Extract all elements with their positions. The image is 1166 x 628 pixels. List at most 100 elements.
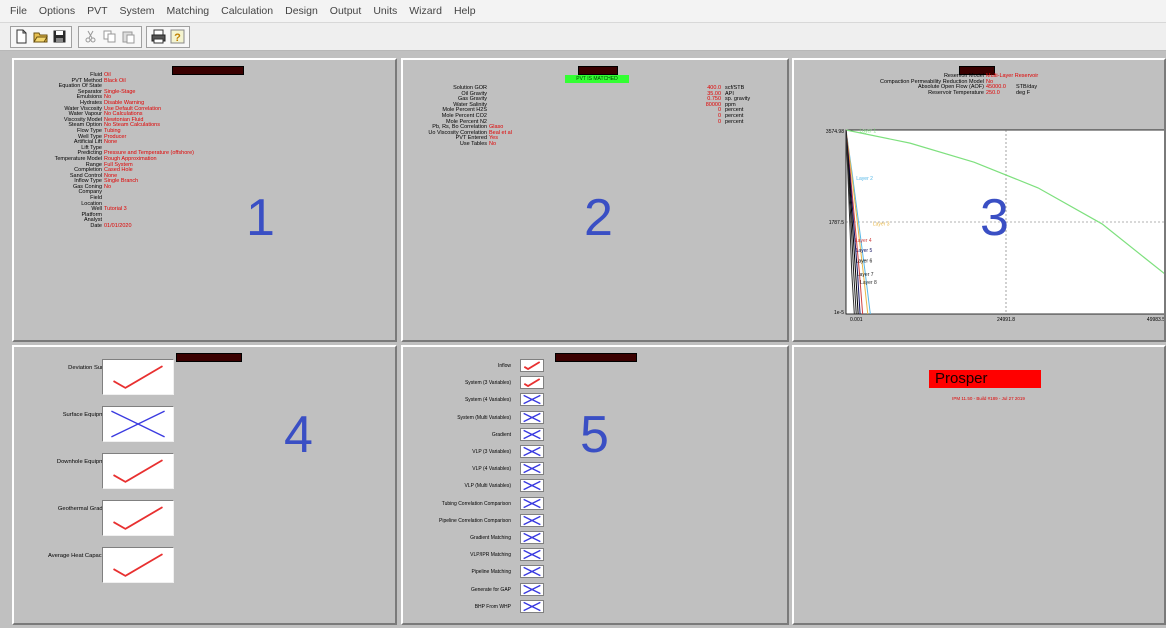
series-label-3: Layer 3: [873, 221, 890, 227]
check-icon[interactable]: [102, 453, 174, 489]
cross-icon[interactable]: [520, 445, 544, 458]
p2-numeric-column: 400.0 35.00 0.750 80000 0 0 0: [685, 85, 721, 148]
check-icon[interactable]: [102, 547, 174, 583]
cross-icon[interactable]: [520, 565, 544, 579]
y-tick-label: 1787.5: [829, 220, 845, 226]
p5-row: Gradient Matching: [403, 531, 787, 546]
p5-row-label: System (3 Variables): [464, 380, 511, 387]
p3-info-units: STB/day deg F: [1016, 74, 1076, 96]
panel-calculation-summary[interactable]: Inflow System (3 Variables) System (4 Vari…: [401, 345, 789, 625]
toolbar-file-group: [10, 26, 72, 48]
p1-label-column: Fluid PVT Method Equation Of State Separato…: [14, 72, 102, 230]
cross-icon[interactable]: [520, 479, 544, 493]
panel-number: 4: [284, 406, 313, 464]
menu-matching[interactable]: Matching: [161, 0, 216, 17]
check-icon[interactable]: [102, 359, 174, 395]
panel-equipment-summary[interactable]: Deviation Survey Surface Equipment Downhol…: [12, 345, 397, 625]
panel-number: 3: [980, 189, 1009, 247]
print-icon[interactable]: [151, 29, 166, 44]
panel-title-bar: [578, 66, 618, 75]
p2-value: [685, 142, 721, 148]
p2-correlation-column: Glaso Beal et al Yes No: [489, 86, 569, 148]
menu-pvt[interactable]: PVT: [81, 0, 113, 17]
panel-options-summary[interactable]: Fluid PVT Method Equation Of State Separato…: [12, 58, 397, 342]
pvt-matched-status: PVT IS MATCHED: [565, 75, 629, 83]
p5-row: Pipeline Matching: [403, 565, 787, 580]
series-label-6: Layer 6: [856, 259, 873, 265]
p1-value-column: Oil Black Oil Single-Stage No Disable Warni…: [104, 72, 254, 230]
p5-row-label: Pipeline Correlation Comparison: [439, 517, 511, 524]
cross-icon[interactable]: [520, 410, 544, 424]
p5-row-label: Pipeline Matching: [471, 569, 511, 576]
cross-icon[interactable]: [520, 531, 544, 544]
p5-row: BHP From WHP: [403, 599, 787, 615]
cross-icon[interactable]: [520, 393, 544, 407]
cross-icon[interactable]: [520, 513, 544, 527]
p5-row-label: VLP (3 Variables): [472, 449, 511, 455]
cross-icon[interactable]: [520, 427, 544, 441]
p5-row: Pipeline Correlation Comparison: [403, 513, 787, 529]
cut-icon[interactable]: [83, 29, 98, 44]
svg-text:?: ?: [174, 32, 181, 44]
p5-row-label: VLP (4 Variables): [472, 466, 511, 473]
p3-info-label: Reservoir Temperature: [928, 89, 984, 96]
help-icon[interactable]: ?: [170, 29, 185, 44]
new-file-icon[interactable]: [14, 29, 29, 44]
menu-file[interactable]: File: [0, 0, 33, 17]
menu-help[interactable]: Help: [448, 0, 482, 17]
p4-row-label: Downhole Equipment: [56, 459, 112, 465]
p5-row-label: VLP (Multi Variables): [464, 483, 512, 490]
x-tick-label: 49983.5: [1147, 317, 1165, 323]
panel-ipr-summary[interactable]: Reservoir Model Compaction Permeability R…: [792, 58, 1166, 342]
panel-pvt-summary[interactable]: PVT IS MATCHED Solution GOR Oil Gravity Ga…: [401, 58, 789, 342]
menu-calculation[interactable]: Calculation: [215, 0, 279, 17]
p5-row-label: Gradient Matching: [470, 535, 511, 541]
p5-row: System (3 Variables): [403, 376, 787, 391]
x-tick-label: 0.001: [850, 317, 863, 323]
p4-row-label: Geothermal Gradient: [57, 506, 112, 512]
menu-options[interactable]: Options: [33, 0, 81, 17]
menu-output[interactable]: Output: [324, 0, 368, 17]
check-icon[interactable]: [102, 500, 174, 536]
y-tick-label: 3574.98: [826, 129, 844, 135]
toolbar-edit-group: [78, 26, 142, 48]
copy-icon[interactable]: [102, 29, 117, 44]
open-folder-icon[interactable]: [33, 29, 48, 44]
menu-design[interactable]: Design: [279, 0, 324, 17]
paste-icon[interactable]: [121, 29, 136, 44]
series-label-4: Layer 4: [855, 238, 872, 244]
p4-row-label: Average Heat Capacities: [47, 553, 112, 559]
panel-title-bar: [176, 353, 242, 362]
cross-icon[interactable]: [520, 496, 544, 510]
prosper-banner: Prosper: [929, 370, 1041, 388]
p5-row-label: System (4 Variables): [464, 397, 511, 404]
p5-row-label: Generate for GAP: [470, 586, 511, 593]
series-label-5: Layer 5: [856, 248, 873, 254]
cross-icon[interactable]: [102, 406, 174, 442]
p5-row: Tubing Correlation Comparison: [403, 496, 787, 512]
check-icon[interactable]: [520, 376, 544, 390]
cross-icon[interactable]: [520, 548, 544, 562]
p5-row-label: VLP/IPR Matching: [470, 552, 511, 559]
p2-units-column: scf/STB API sp. gravity ppm percent percent pe…: [725, 85, 775, 148]
check-icon[interactable]: [520, 359, 544, 372]
save-icon[interactable]: [52, 29, 67, 44]
p5-row-label: Gradient: [491, 431, 511, 438]
p2-unit: [725, 142, 775, 148]
p5-row-label: Tubing Correlation Comparison: [441, 500, 511, 507]
cross-icon[interactable]: [520, 599, 544, 613]
menu-system[interactable]: System: [114, 0, 161, 17]
p5-row: VLP (Multi Variables): [403, 479, 787, 494]
menu-units[interactable]: Units: [367, 0, 403, 17]
p5-row-label: Inflow: [497, 363, 511, 369]
toolbar: ?: [0, 23, 1166, 51]
panel-number: 5: [580, 406, 609, 464]
menu-bar: File Options PVT System Matching Calculation D…: [0, 0, 1166, 23]
series-label-1: Layer 1: [859, 128, 876, 134]
menu-wizard[interactable]: Wizard: [403, 0, 448, 17]
prosper-version: IPM 11.50 - Build #189 - Jul 27 2019: [952, 396, 1025, 401]
cross-icon[interactable]: [520, 582, 544, 596]
p5-row: Inflow: [403, 359, 787, 374]
series-label-7: Layer 7: [857, 272, 874, 278]
cross-icon[interactable]: [520, 462, 544, 476]
